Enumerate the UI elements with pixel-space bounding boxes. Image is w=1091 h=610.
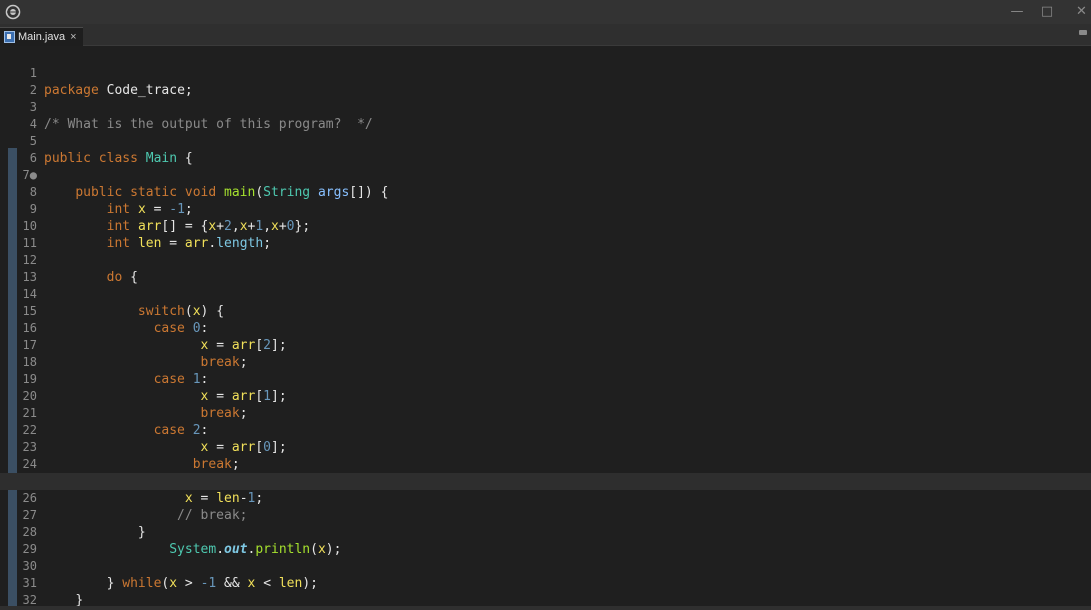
code-line[interactable]: 3 /* What is the output of this program?… bbox=[0, 82, 1091, 132]
code-line[interactable]: 2 bbox=[0, 65, 1091, 97]
code-line[interactable]: 27 } bbox=[0, 490, 1091, 540]
code-line[interactable]: 7● public static void main(String args[]… bbox=[0, 150, 1091, 200]
code-line[interactable]: 28 System.out.println(x); bbox=[0, 507, 1091, 557]
code-line[interactable]: 10 int len = arr.length; bbox=[0, 201, 1091, 251]
code-line[interactable]: 14 switch(x) { bbox=[0, 269, 1091, 319]
view-menu-icon[interactable] bbox=[1079, 30, 1087, 35]
code-line[interactable]: 29 bbox=[0, 524, 1091, 556]
code-line[interactable]: 4 bbox=[0, 99, 1091, 131]
code-line[interactable]: 8 int x = -1; bbox=[0, 167, 1091, 217]
code-line[interactable]: 1 package Code_trace; bbox=[0, 48, 1091, 98]
code-line-current[interactable]: 26 // break; bbox=[0, 473, 1091, 523]
code-line[interactable]: 19 x = arr[1]; bbox=[0, 354, 1091, 404]
code-editor[interactable]: 1 package Code_trace; 2 3 /* What is the… bbox=[0, 46, 1091, 610]
code-line[interactable]: 25 x = len-1; bbox=[0, 456, 1091, 506]
code-line[interactable]: 5 public class Main { bbox=[0, 116, 1091, 166]
editor-bottom-border bbox=[0, 606, 1091, 610]
tab-main-java[interactable]: Main.java × bbox=[0, 27, 83, 46]
code-line[interactable]: 13 bbox=[0, 252, 1091, 284]
code-line[interactable]: 15 case 0: bbox=[0, 286, 1091, 336]
code-line[interactable]: 11 bbox=[0, 218, 1091, 250]
code-line[interactable]: 16 x = arr[2]; bbox=[0, 303, 1091, 353]
code-line[interactable]: 31 } bbox=[0, 558, 1091, 608]
code-line[interactable]: 32 } bbox=[0, 575, 1091, 607]
code-line[interactable]: 30 } while(x > -1 && x < len); bbox=[0, 541, 1091, 591]
code-line[interactable]: 12 do { bbox=[0, 235, 1091, 285]
minimize-button[interactable]: — bbox=[1002, 2, 1032, 22]
code-line[interactable]: 24 default: bbox=[0, 439, 1091, 489]
maximize-button[interactable]: □ bbox=[1032, 2, 1062, 22]
eclipse-app-icon[interactable] bbox=[5, 4, 21, 20]
code-line[interactable]: 22 x = arr[0]; bbox=[0, 405, 1091, 455]
code-line[interactable]: 17 break; bbox=[0, 320, 1091, 370]
code-line[interactable]: 23 break; bbox=[0, 422, 1091, 472]
title-bar: — □ ✕ bbox=[0, 0, 1091, 24]
code-line[interactable]: 20 break; bbox=[0, 371, 1091, 421]
ide-window: — □ ✕ Main.java × 1 package Code_trace; … bbox=[0, 0, 1091, 610]
java-file-icon bbox=[4, 31, 15, 43]
editor-tab-bar: Main.java × bbox=[0, 24, 1091, 46]
close-tab-icon[interactable]: × bbox=[70, 31, 76, 43]
close-window-button[interactable]: ✕ bbox=[1072, 2, 1091, 22]
code-line[interactable]: 6 bbox=[0, 133, 1091, 165]
code-line[interactable]: 9 int arr[] = {x+2,x+1,x+0}; bbox=[0, 184, 1091, 234]
code-line[interactable]: 21 case 2: bbox=[0, 388, 1091, 438]
tab-label: Main.java bbox=[18, 31, 66, 43]
code-line[interactable]: 18 case 1: bbox=[0, 337, 1091, 387]
